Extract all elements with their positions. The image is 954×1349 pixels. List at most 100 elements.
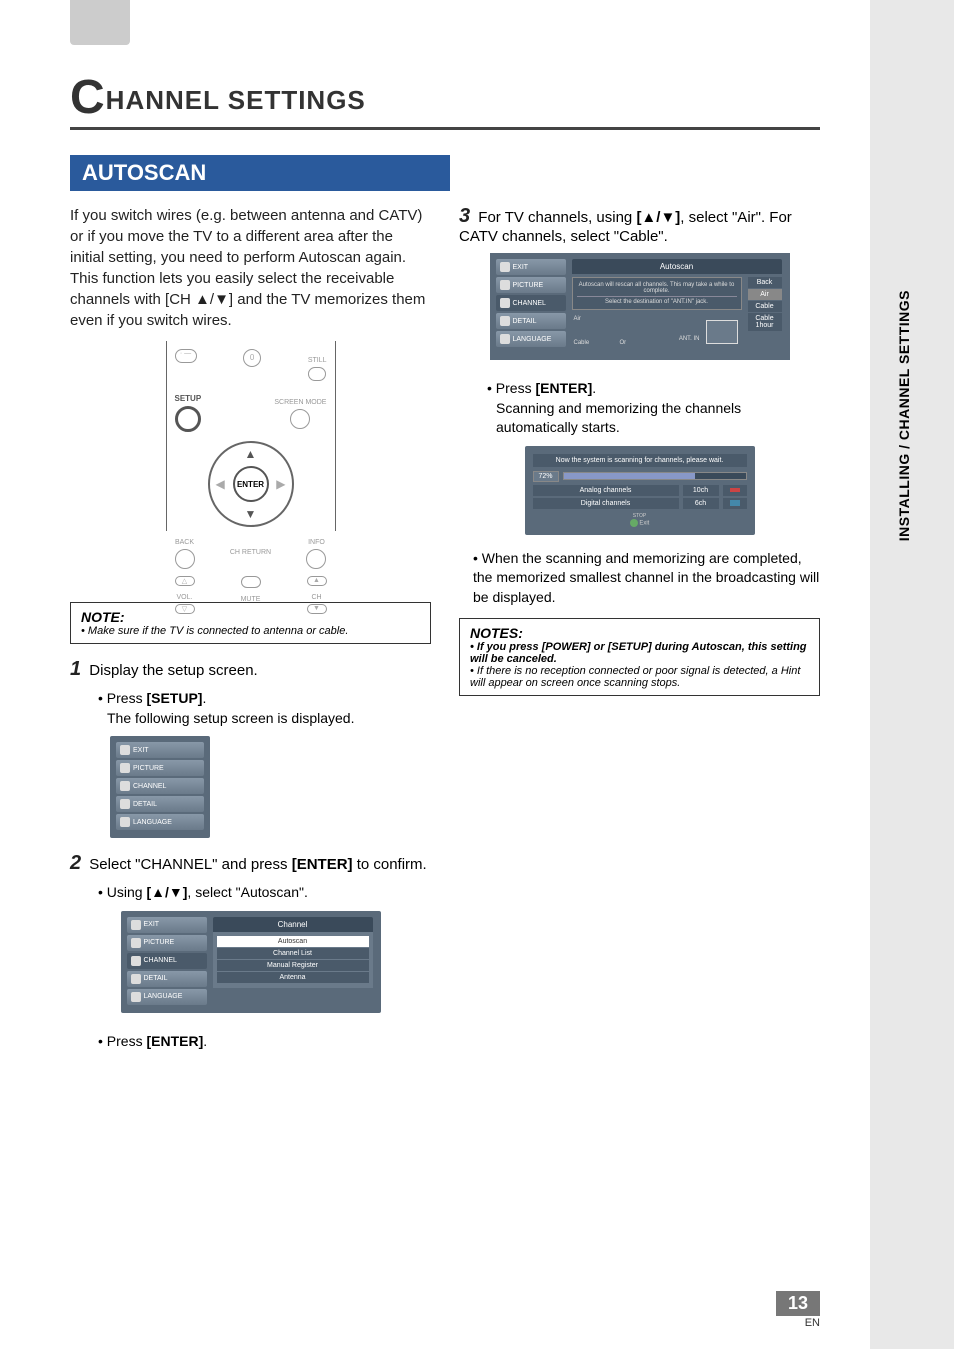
section-title: AUTOSCAN <box>70 155 450 191</box>
language-icon <box>500 334 510 344</box>
step-2-bullet-c: , select "Autoscan". <box>187 884 307 900</box>
as-language-label: LANGUAGE <box>513 336 552 343</box>
menu-language: LANGUAGE <box>116 814 204 830</box>
menu-language-label: LANGUAGE <box>133 819 172 826</box>
step-2: 2 Select "CHANNEL" and press [ENTER] to … <box>70 852 431 875</box>
remote-still-label: STILL <box>308 357 327 364</box>
detail-icon <box>500 316 510 326</box>
step-1-bullet-pre: • Press <box>98 690 146 706</box>
exit-icon <box>120 745 130 755</box>
header-gray-tab <box>70 0 130 45</box>
notes2-title: NOTES: <box>470 625 809 641</box>
step-3-press-a: • Press <box>487 380 535 396</box>
as-diag-air: Air <box>574 316 581 322</box>
remote-dpad: ▲ ▼ ◀ ▶ ENTER <box>208 441 294 527</box>
notes2-line2: • If there is no reception connected or … <box>470 665 809 689</box>
autoscan-msg1: Autoscan will rescan all channels. This … <box>577 282 737 294</box>
autoscan-screenshot: EXIT PICTURE CHANNEL DETAIL LANGUAGE Aut… <box>490 253 790 360</box>
channel-icon <box>131 956 141 966</box>
menu-detail: DETAIL <box>116 796 204 812</box>
submenu-picture-label: PICTURE <box>144 939 175 946</box>
remote-left-arrow: ◀ <box>216 477 225 491</box>
channel-opt-antenna: Antenna <box>217 972 369 983</box>
scan-digital-count: 6ch <box>683 498 719 509</box>
channel-opt-manualregister: Manual Register <box>217 960 369 971</box>
remote-info-button <box>306 549 326 569</box>
remote-enter-button: ENTER <box>233 466 269 502</box>
remote-vol-down: ▽ <box>175 604 195 614</box>
as-channel: CHANNEL <box>496 295 566 311</box>
chapter-big-letter: C <box>70 71 106 124</box>
intro-paragraph: If you switch wires (e.g. between antenn… <box>70 205 431 331</box>
remote-mute-button <box>241 576 261 588</box>
remote-vol-label: VOL. <box>177 594 193 601</box>
remote-setup-button <box>175 406 201 432</box>
as-language: LANGUAGE <box>496 331 566 347</box>
picture-icon <box>120 763 130 773</box>
step-2-text-c: to confirm. <box>353 856 427 873</box>
submenu-picture: PICTURE <box>127 935 207 951</box>
detail-icon <box>120 799 130 809</box>
menu-channel-label: CHANNEL <box>133 783 166 790</box>
step-1-bullet-key: [SETUP] <box>146 690 202 706</box>
submenu-exit-label: EXIT <box>144 921 160 928</box>
step-2-press-c: . <box>203 1033 207 1049</box>
step-2-press-b: [ENTER] <box>146 1033 203 1049</box>
remote-ch-down: ▼ <box>307 604 327 614</box>
as-opt-air: Air <box>748 289 782 300</box>
as-detail: DETAIL <box>496 313 566 329</box>
chapter-title-text: HANNEL SETTINGS <box>106 85 366 115</box>
step-2-bullet-a: • Using <box>98 884 146 900</box>
remote-back-label: BACK <box>175 539 194 546</box>
as-opt-back: Back <box>748 277 782 288</box>
submenu-channel-label: CHANNEL <box>144 957 177 964</box>
scan-analog-indicator <box>723 485 747 496</box>
step-2-number: 2 <box>70 852 81 874</box>
remote-zero-button: 0 <box>243 349 261 367</box>
chapter-title: CHANNEL SETTINGS <box>70 70 820 125</box>
scan-analog-label: Analog channels <box>533 485 679 496</box>
submenu-exit: EXIT <box>127 917 207 933</box>
channel-icon <box>120 781 130 791</box>
page-lang: EN <box>776 1317 820 1329</box>
step-1: 1 Display the setup screen. <box>70 658 431 681</box>
as-diag-ant: ANT. IN <box>679 336 700 342</box>
step-2-press-a: • Press <box>98 1033 146 1049</box>
scanning-screenshot: Now the system is scanning for channels,… <box>525 446 755 535</box>
remote-down-arrow: ▼ <box>245 507 257 521</box>
page-number: 13 <box>776 1291 820 1316</box>
detail-icon <box>131 974 141 984</box>
right-column: 3 For TV channels, using [▲/▼], select "… <box>459 205 820 1057</box>
language-icon <box>120 817 130 827</box>
menu-detail-label: DETAIL <box>133 801 157 808</box>
as-diag-or: Or <box>620 340 627 346</box>
language-icon <box>131 992 141 1002</box>
menu-exit: EXIT <box>116 742 204 758</box>
channel-submenu-screenshot: EXIT PICTURE CHANNEL DETAIL LANGUAGE Cha… <box>121 911 381 1013</box>
as-opt-cable1hr: Cable 1hour <box>748 313 782 331</box>
as-opt-cable: Cable <box>748 301 782 312</box>
as-diag-tv <box>706 320 738 344</box>
side-tab: INSTALLING / CHANNEL SETTINGS <box>888 280 920 551</box>
as-diag-cable: Cable <box>574 340 590 346</box>
remote-ch-up: ▲ <box>307 576 327 586</box>
scan-message: Now the system is scanning for channels,… <box>533 454 747 467</box>
as-picture: PICTURE <box>496 277 566 293</box>
page-footer: 13 EN <box>776 1291 820 1329</box>
remote-still-button <box>308 367 326 381</box>
notes-box-2: NOTES: • If you press [POWER] or [SETUP]… <box>459 618 820 696</box>
closing-bullet: • When the scanning and memorizing are c… <box>473 549 820 608</box>
picture-icon <box>500 280 510 290</box>
remote-dot-dash-button: · — <box>175 349 197 363</box>
scan-digital-indicator <box>723 498 747 509</box>
step-1-bullet-sub: The following setup screen is displayed. <box>107 709 354 729</box>
step-3-press-sub: Scanning and memorizing the channels aut… <box>496 399 820 438</box>
submenu-language: LANGUAGE <box>127 989 207 1005</box>
remote-diagram: · — 0 STILL SETUP <box>166 341 336 531</box>
remote-setup-label: SETUP <box>175 394 202 403</box>
exit-icon <box>131 920 141 930</box>
autoscan-message: Autoscan will rescan all channels. This … <box>572 277 742 310</box>
remote-right-arrow: ▶ <box>276 477 285 491</box>
scan-digital-label: Digital channels <box>533 498 679 509</box>
as-detail-label: DETAIL <box>513 318 537 325</box>
